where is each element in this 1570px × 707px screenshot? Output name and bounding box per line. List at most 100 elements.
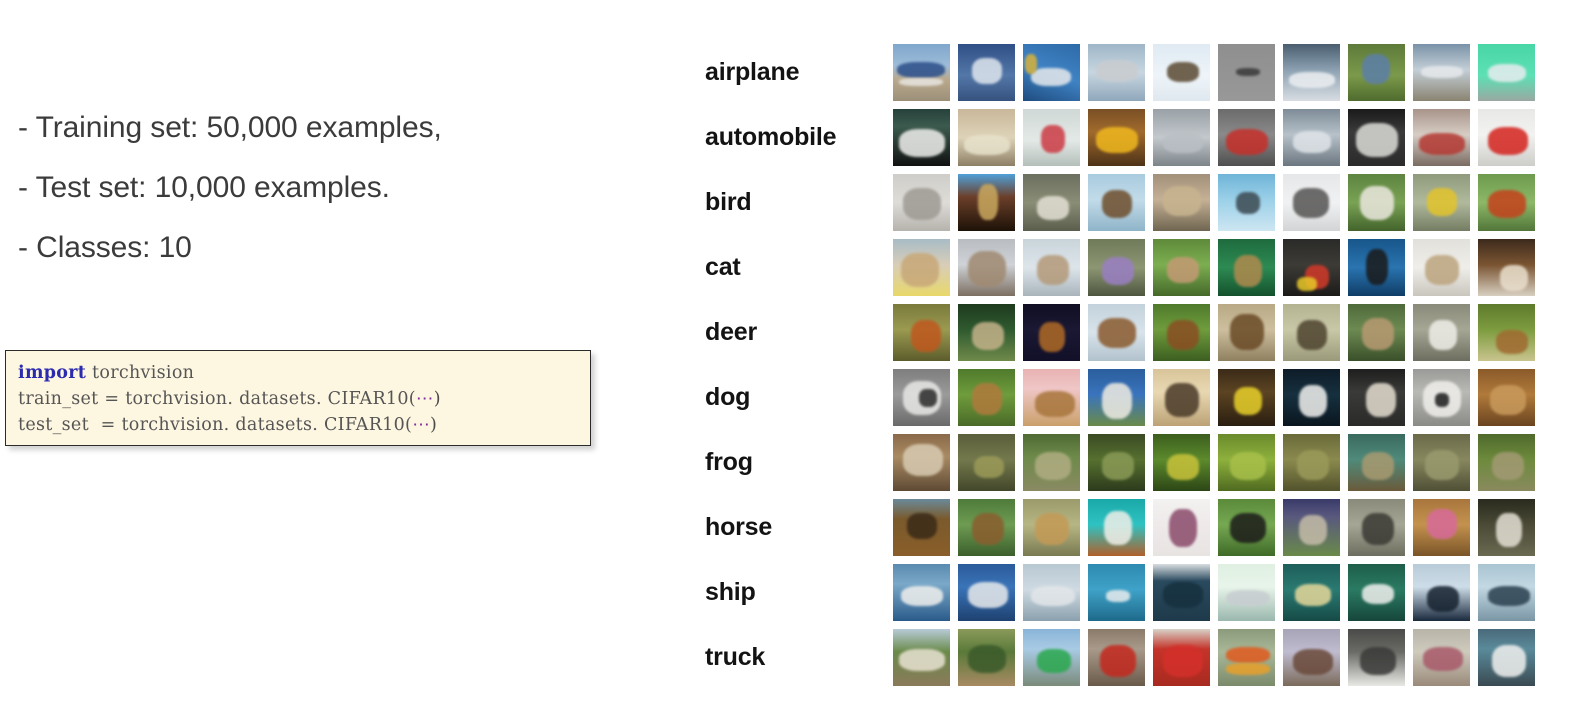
thumbnail-shape: [1167, 454, 1199, 480]
thumbnail-horse-9: [1413, 499, 1470, 556]
thumbnail-ship-8: [1348, 564, 1405, 621]
thumbnail-truck-1: [893, 629, 950, 686]
thumbnail-airplane-8: [1348, 44, 1405, 101]
thumbnail-deer-1: [893, 304, 950, 361]
class-row: deer: [700, 300, 1570, 365]
thumbnail-shape: [1106, 590, 1130, 602]
thumbnail-airplane-10: [1478, 44, 1535, 101]
thumbnail-shape: [1429, 320, 1457, 350]
thumbnail-airplane-4: [1088, 44, 1145, 101]
thumbnail-automobile-7: [1283, 109, 1340, 166]
thumbnail-bird-4: [1088, 174, 1145, 231]
thumbnail-truck-10: [1478, 629, 1535, 686]
thumbnail-shape: [901, 253, 939, 287]
thumbnail-shape: [1100, 645, 1136, 677]
thumbnail-shape: [1360, 186, 1394, 220]
class-label-horse: horse: [705, 513, 773, 541]
class-row: bird: [700, 170, 1570, 235]
thumbnail-shape: [1037, 196, 1069, 220]
thumb-strip-bird: [893, 174, 1570, 232]
bullet-list: - Training set: 50,000 examples, - Test …: [18, 98, 618, 278]
thumbnail-deer-8: [1348, 304, 1405, 361]
thumb-strip-frog: [893, 434, 1570, 492]
thumbnail-dog-8: [1348, 369, 1405, 426]
class-row: frog: [700, 430, 1570, 495]
thumbnail-ship-2: [958, 564, 1015, 621]
thumbnail-frog-3: [1023, 434, 1080, 491]
thumbnail-dog-5: [1153, 369, 1210, 426]
thumbnail-frog-4: [1088, 434, 1145, 491]
thumbnail-cat-8: [1348, 239, 1405, 296]
thumbnail-shape: [1427, 509, 1457, 539]
thumbnail-shape: [1425, 255, 1459, 285]
thumbnail-shape: [1419, 133, 1465, 155]
thumbnail-shape: [1362, 513, 1394, 545]
thumbnail-shape: [897, 62, 945, 78]
thumbnail-horse-10: [1478, 499, 1535, 556]
thumbnail-shape: [1234, 255, 1262, 287]
code-line-2: train_set = torchvision. datasets. CIFAR…: [18, 386, 441, 412]
thumbnail-deer-3: [1023, 304, 1080, 361]
class-row: cat: [700, 235, 1570, 300]
thumbnail-bird-5: [1153, 174, 1210, 231]
code-snippet-box: import torchvision train_set = torchvisio…: [5, 350, 591, 446]
class-row: dog: [700, 365, 1570, 430]
thumbnail-shape: [1356, 123, 1398, 157]
thumbnail-shape: [1230, 452, 1266, 480]
thumb-strip-deer: [893, 304, 1570, 362]
thumbnail-deer-10: [1478, 304, 1535, 361]
class-row: horse: [700, 495, 1570, 560]
thumbnail-shape: [1297, 450, 1329, 480]
thumbnail-shape: [1167, 320, 1199, 350]
code-lines: import torchvision train_set = torchvisio…: [18, 360, 441, 438]
class-label-ship: ship: [705, 578, 756, 606]
thumbnail-shape: [1102, 383, 1132, 419]
thumbnail-airplane-1: [893, 44, 950, 101]
thumbnail-shape: [1096, 127, 1138, 153]
thumbnail-shape: [1289, 72, 1335, 88]
thumbnail-horse-4: [1088, 499, 1145, 556]
thumbnail-airplane-6: [1218, 44, 1275, 101]
thumbnail-bird-9: [1413, 174, 1470, 231]
thumb-strip-automobile: [893, 109, 1570, 167]
thumbnail-shape: [972, 58, 1002, 84]
thumbnail-shape: [1295, 584, 1331, 606]
code-line-3: test_set = torchvision. datasets. CIFAR1…: [18, 412, 441, 438]
thumbnail-shape: [903, 444, 943, 476]
thumbnail-ship-9: [1413, 564, 1470, 621]
thumbnail-shape: [1230, 314, 1264, 350]
thumbnail-shape: [1488, 586, 1530, 606]
thumbnail-shape: [1104, 511, 1132, 545]
thumbnail-shape: [1163, 186, 1201, 216]
thumbnail-shape: [1035, 391, 1075, 417]
thumbnail-shape: [1297, 277, 1317, 291]
thumbnail-shape: [1423, 647, 1463, 671]
class-label-dog: dog: [705, 383, 751, 411]
thumbnail-horse-8: [1348, 499, 1405, 556]
thumbnail-shape: [1165, 383, 1199, 417]
thumbnail-frog-2: [958, 434, 1015, 491]
thumbnail-shape: [899, 78, 943, 86]
thumbnail-shape: [1435, 393, 1449, 407]
thumbnail-truck-2: [958, 629, 1015, 686]
thumbnail-ship-4: [1088, 564, 1145, 621]
thumbnail-shape: [1299, 515, 1327, 545]
thumbnail-dog-1: [893, 369, 950, 426]
thumbnail-shape: [1293, 188, 1329, 218]
thumbnail-bird-1: [893, 174, 950, 231]
thumbnail-shape: [1496, 513, 1522, 547]
thumbnail-ship-7: [1283, 564, 1340, 621]
thumbnail-frog-9: [1413, 434, 1470, 491]
thumbnail-automobile-8: [1348, 109, 1405, 166]
class-row: airplane: [700, 40, 1570, 105]
code-text: train_set = torchvision. datasets. CIFAR…: [18, 389, 416, 409]
thumbnail-shape: [907, 513, 937, 539]
thumbnail-dog-10: [1478, 369, 1535, 426]
thumbnail-shape: [968, 645, 1006, 673]
thumbnail-shape: [1163, 645, 1203, 677]
thumbnail-horse-1: [893, 499, 950, 556]
thumbnail-automobile-6: [1218, 109, 1275, 166]
code-paren: ): [433, 389, 441, 409]
thumbnail-shape: [1037, 255, 1069, 285]
thumb-strip-airplane: [893, 44, 1570, 102]
